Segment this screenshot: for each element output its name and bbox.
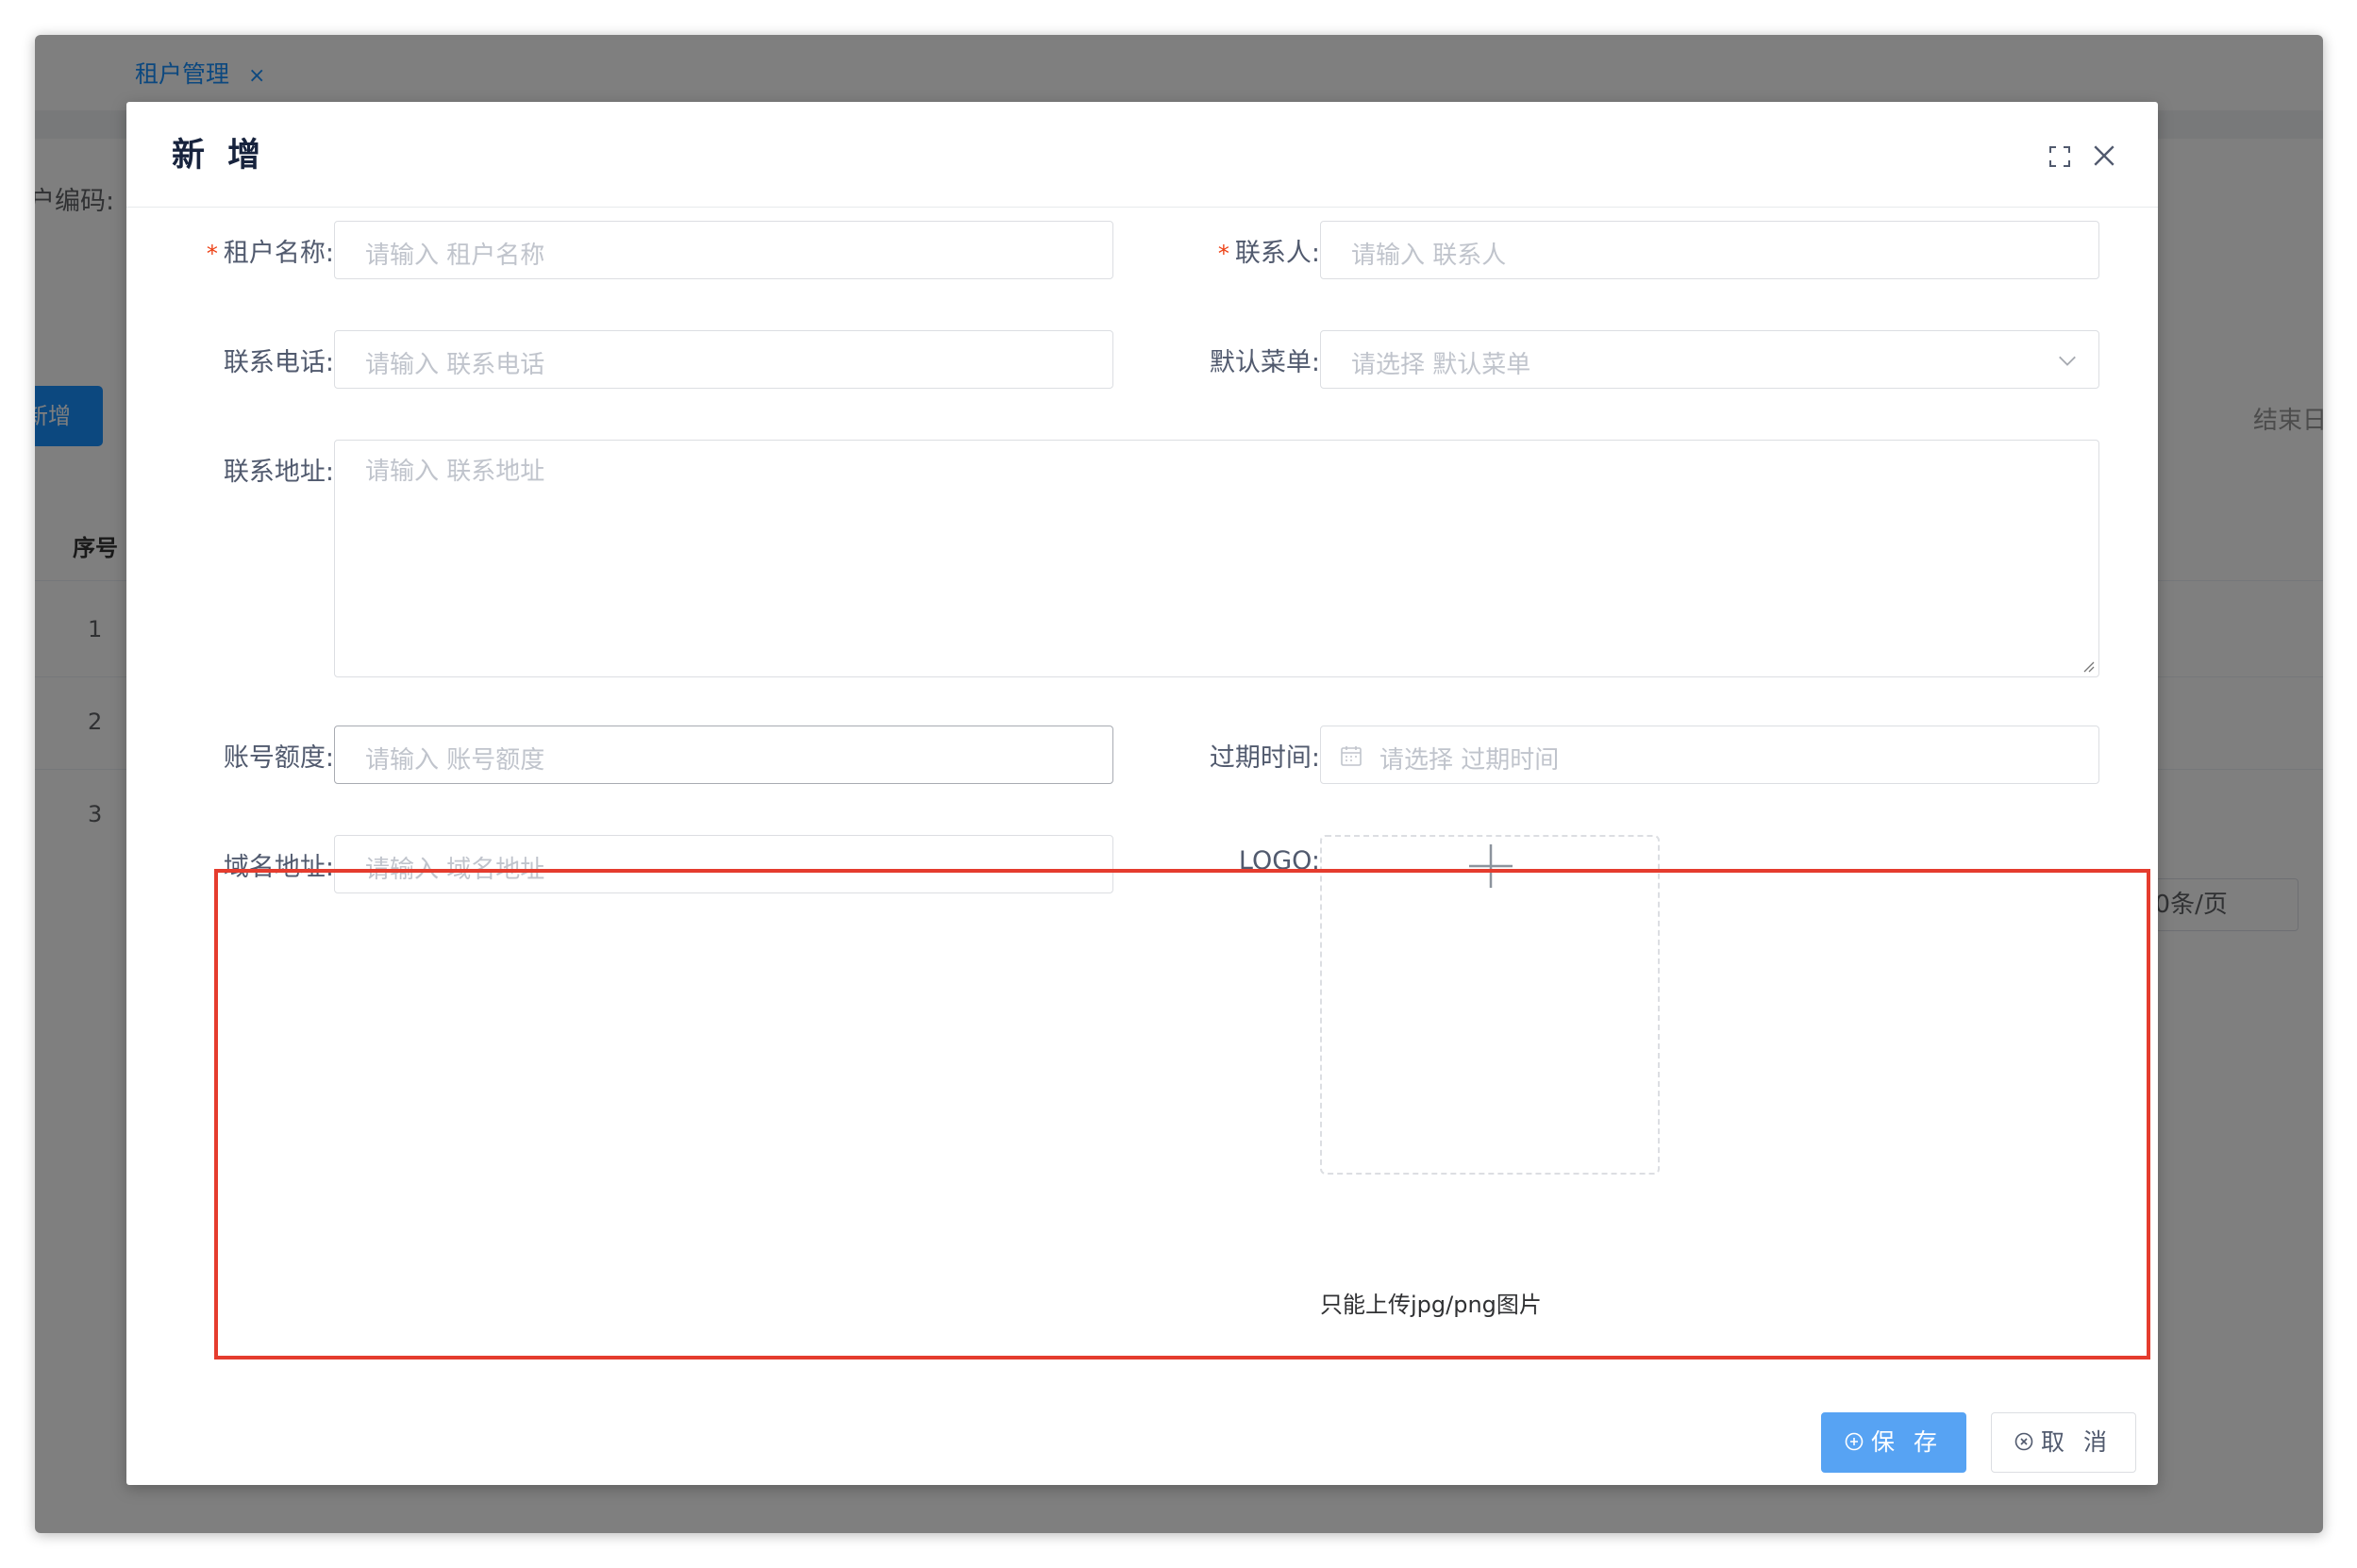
save-button[interactable]: 保 存	[1821, 1412, 1966, 1473]
expire-time-label: 过期时间:	[1209, 743, 1320, 773]
default-menu-select[interactable]: 请选择 默认菜单	[1320, 330, 2099, 389]
phone-input[interactable]: 请输入 联系电话	[334, 330, 1113, 389]
address-textarea[interactable]: 请输入 联系地址	[334, 440, 2099, 677]
close-icon[interactable]	[2092, 143, 2116, 168]
contact-placeholder: 请输入 联系人	[1351, 242, 1507, 270]
contact-label: * 联系人:	[1217, 239, 1320, 268]
highlight-box	[214, 869, 2150, 1359]
cancel-icon	[2014, 1432, 2033, 1451]
add-tenant-dialog: 新 增 * 租户名称: 请输入 租户名称 * 联系人: 请输入 联系人 联系电话: …	[126, 102, 2158, 1485]
address-placeholder: 请输入 联系地址	[365, 458, 545, 486]
cancel-button[interactable]: 取 消	[1991, 1412, 2136, 1473]
account-quota-input[interactable]: 请输入 账号额度	[334, 726, 1113, 784]
dialog-header: 新 增	[126, 102, 2158, 208]
tenant-name-label: * 租户名称:	[206, 239, 334, 268]
app-window: 租户管理× 户编码: 新增 结束日期 序号 1 2 3 10条/页 新 增 *租…	[35, 35, 2323, 1533]
account-quota-label: 账号额度:	[223, 743, 334, 773]
required-star: *	[206, 241, 218, 267]
account-quota-placeholder: 请输入 账号额度	[365, 746, 545, 775]
tenant-name-placeholder: 请输入 租户名称	[365, 242, 545, 270]
default-menu-label: 默认菜单:	[1209, 348, 1320, 377]
default-menu-placeholder: 请选择 默认菜单	[1351, 351, 1531, 379]
dialog-title: 新 增	[172, 137, 267, 175]
phone-placeholder: 请输入 联系电话	[365, 351, 545, 379]
phone-label: 联系电话:	[223, 348, 334, 377]
resize-grip-icon[interactable]	[2081, 659, 2095, 673]
required-star: *	[1217, 241, 1229, 267]
save-icon	[1845, 1432, 1864, 1451]
contact-input[interactable]: 请输入 联系人	[1320, 221, 2099, 279]
address-label: 联系地址:	[223, 458, 334, 487]
expire-time-placeholder: 请选择 过期时间	[1379, 746, 1560, 775]
tenant-name-input[interactable]: 请输入 租户名称	[334, 221, 1113, 279]
chevron-down-icon	[2059, 356, 2076, 366]
expire-time-picker[interactable]: 请选择 过期时间	[1320, 726, 2099, 784]
calendar-icon	[1341, 746, 1362, 766]
fullscreen-icon[interactable]	[2048, 145, 2071, 168]
